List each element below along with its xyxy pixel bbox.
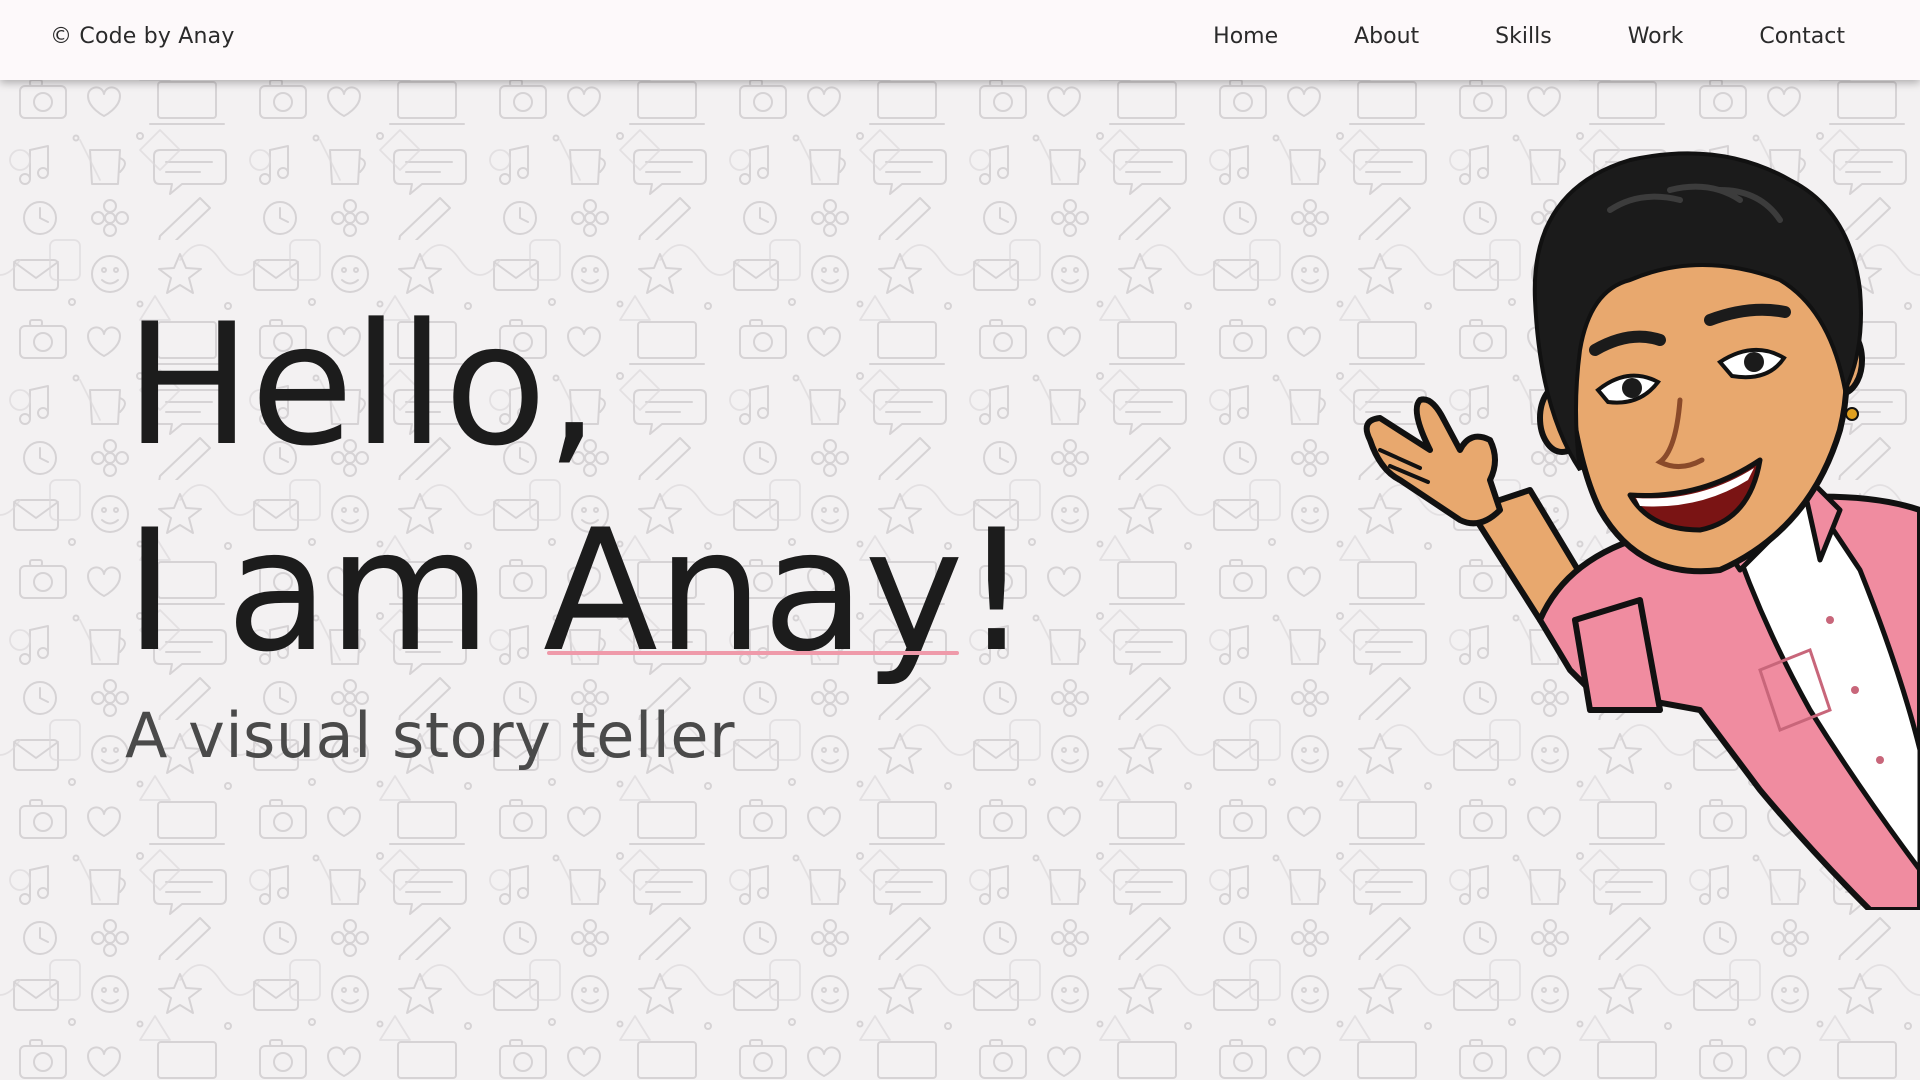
hero-greeting: Hello, xyxy=(125,287,599,483)
nav-link-skills[interactable]: Skills xyxy=(1495,24,1552,49)
nav-link-home[interactable]: Home xyxy=(1213,24,1278,49)
hero-intro: I am Anay! xyxy=(125,491,1030,691)
hero-section: Hello, I am Anay! A visual story teller xyxy=(125,285,1030,772)
hero-exclaim: ! xyxy=(962,493,1030,689)
waving-avatar-icon xyxy=(1363,151,1920,910)
brand-logo[interactable]: © Code by Anay xyxy=(50,24,235,49)
name-underline xyxy=(546,651,959,655)
hero-name-wrap: Anay xyxy=(542,491,964,691)
hero-name: Anay xyxy=(542,493,964,689)
nav-link-contact[interactable]: Contact xyxy=(1759,24,1845,49)
nav-link-about[interactable]: About xyxy=(1354,24,1419,49)
hero-intro-prefix: I am xyxy=(125,493,543,689)
page: © Code by Anay Home About Skills Work Co… xyxy=(0,0,1920,1080)
navbar: © Code by Anay Home About Skills Work Co… xyxy=(0,0,1920,80)
hero-tagline: A visual story teller xyxy=(125,699,736,772)
main-nav: Home About Skills Work Contact xyxy=(1213,24,1845,49)
nav-link-work[interactable]: Work xyxy=(1628,24,1684,49)
